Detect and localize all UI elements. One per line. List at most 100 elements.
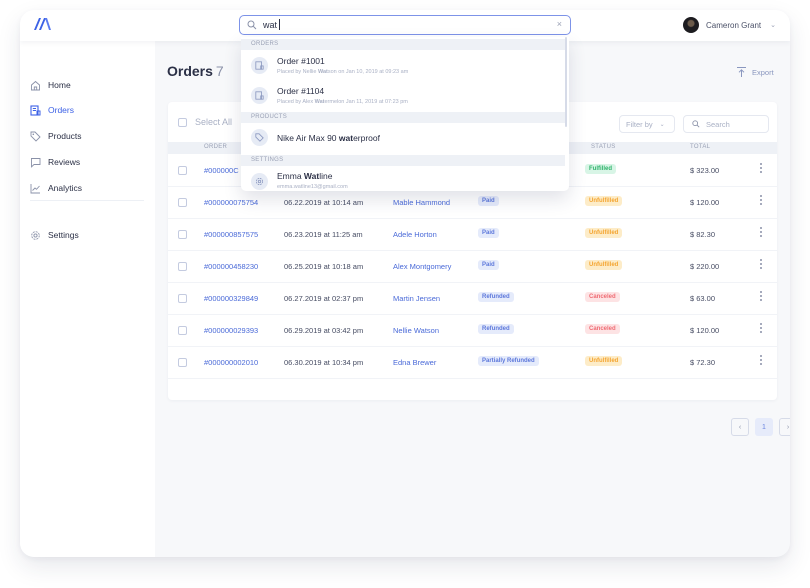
dropdown-section-orders: ORDERS bbox=[241, 39, 565, 50]
table-search-input[interactable]: Search bbox=[683, 115, 769, 133]
dropdown-scrollbar[interactable] bbox=[565, 37, 567, 127]
row-checkbox[interactable] bbox=[178, 198, 187, 207]
status-badge: Canceled bbox=[585, 292, 620, 302]
table-row[interactable]: #000000857575 06.23.2019 at 11:25 am Adele… bbox=[168, 219, 777, 251]
sidebar-item-reviews[interactable]: Reviews bbox=[30, 155, 80, 169]
select-all-label: Select All bbox=[195, 117, 233, 127]
customer-link[interactable]: Adele Horton bbox=[393, 230, 437, 239]
orders-icon bbox=[251, 87, 268, 104]
column-header-order[interactable]: ORDER bbox=[204, 144, 227, 150]
payment-badge: Paid bbox=[478, 260, 499, 270]
result-subtitle: Placed by Alex Watermelon Jan 11, 2019 a… bbox=[277, 99, 408, 105]
order-id-link[interactable]: #000000C bbox=[204, 166, 239, 175]
table-row[interactable]: #000000075754 06.22.2019 at 10:14 am Mable… bbox=[168, 187, 777, 219]
select-all-checkbox[interactable] bbox=[178, 117, 187, 127]
row-checkbox[interactable] bbox=[178, 294, 187, 303]
select-all[interactable]: Select All bbox=[178, 117, 232, 127]
more-options-icon[interactable] bbox=[758, 323, 764, 337]
more-options-icon[interactable] bbox=[758, 195, 764, 209]
search-icon bbox=[692, 120, 700, 128]
global-search-input[interactable]: wat × bbox=[239, 15, 571, 35]
row-checkbox[interactable] bbox=[178, 358, 187, 367]
search-icon bbox=[247, 20, 257, 30]
order-id-link[interactable]: #000000329849 bbox=[204, 294, 258, 303]
column-header-status[interactable]: STATUS bbox=[591, 144, 616, 150]
order-date: 06.27.2019 at 02:37 pm bbox=[284, 294, 364, 303]
order-total: $ 82.30 bbox=[690, 230, 716, 239]
app-window: wat × Cameron Grant ⌄ Home Orders Produc… bbox=[20, 10, 790, 557]
customer-link[interactable]: Nellie Watson bbox=[393, 326, 439, 335]
sidebar: Home Orders Products Reviews Analytics S… bbox=[20, 41, 155, 557]
export-label: Export bbox=[752, 67, 774, 77]
orders-icon bbox=[30, 104, 41, 116]
row-checkbox[interactable] bbox=[178, 230, 187, 239]
prev-page-button[interactable]: ‹ bbox=[731, 418, 749, 436]
table-row[interactable]: #000000002010 06.30.2019 at 10:34 pm Edna … bbox=[168, 347, 777, 379]
sidebar-item-label: Reviews bbox=[48, 157, 81, 167]
brand-logo[interactable] bbox=[33, 17, 51, 31]
sidebar-item-label: Settings bbox=[48, 230, 79, 240]
more-options-icon[interactable] bbox=[758, 259, 764, 273]
search-value: wat bbox=[263, 19, 281, 30]
order-date: 06.29.2019 at 03:42 pm bbox=[284, 326, 364, 335]
search-result-order[interactable]: Order #1104 Placed by Alex Watermelon Ja… bbox=[241, 80, 565, 110]
text-caret bbox=[279, 19, 281, 30]
upload-icon bbox=[737, 67, 746, 77]
sidebar-item-products[interactable]: Products bbox=[30, 129, 82, 143]
sidebar-item-settings[interactable]: Settings bbox=[30, 228, 79, 242]
next-page-button[interactable]: › bbox=[779, 418, 790, 436]
orders-count: 7 bbox=[215, 63, 224, 79]
table-row[interactable]: #000000329849 06.27.2019 at 02:37 pm Marti… bbox=[168, 283, 777, 315]
customer-link[interactable]: Edna Brewer bbox=[393, 358, 436, 367]
row-checkbox[interactable] bbox=[178, 326, 187, 335]
customer-link[interactable]: Alex Montgomery bbox=[393, 262, 451, 271]
row-checkbox[interactable] bbox=[178, 166, 187, 175]
order-id-link[interactable]: #000000029393 bbox=[204, 326, 258, 335]
sidebar-item-home[interactable]: Home bbox=[30, 78, 71, 92]
sidebar-item-analytics[interactable]: Analytics bbox=[30, 181, 82, 195]
export-button[interactable]: Export bbox=[737, 67, 774, 77]
status-badge: Unfulfilled bbox=[585, 196, 623, 206]
customer-link[interactable]: Mable Hammond bbox=[393, 198, 450, 207]
column-header-total[interactable]: TOTAL bbox=[690, 144, 710, 150]
search-result-setting[interactable]: Emma Watline emma.watline13@gmail.com bbox=[241, 166, 565, 191]
dropdown-section-settings: SETTINGS bbox=[241, 155, 565, 166]
avatar[interactable] bbox=[683, 17, 699, 33]
row-checkbox[interactable] bbox=[178, 262, 187, 271]
status-badge: Unfulfilled bbox=[585, 260, 623, 270]
payment-badge: Refunded bbox=[478, 324, 514, 334]
filter-by-dropdown[interactable]: Filter by ⌄ bbox=[619, 115, 675, 133]
payment-badge: Paid bbox=[478, 196, 499, 206]
chat-icon bbox=[31, 157, 41, 168]
user-menu[interactable]: Cameron Grant ⌄ bbox=[683, 16, 776, 34]
search-result-product[interactable]: Nike Air Max 90 waterproof bbox=[241, 123, 565, 153]
more-options-icon[interactable] bbox=[758, 355, 764, 369]
chevron-down-icon: ⌄ bbox=[659, 121, 665, 128]
order-date: 06.30.2019 at 10:34 pm bbox=[284, 358, 364, 367]
result-title: Order #1001 bbox=[277, 56, 325, 66]
table-search-placeholder: Search bbox=[706, 119, 730, 129]
status-badge: Unfulfilled bbox=[585, 228, 623, 238]
table-row[interactable]: #000000458230 06.25.2019 at 10:18 am Alex … bbox=[168, 251, 777, 283]
order-total: $ 120.00 bbox=[690, 326, 720, 335]
tag-icon bbox=[30, 131, 41, 142]
search-result-order[interactable]: Order #1001 Placed by Nellie Watson on J… bbox=[241, 50, 565, 80]
page-1-button[interactable]: 1 bbox=[755, 418, 773, 436]
order-date: 06.23.2019 at 11:25 am bbox=[284, 230, 363, 239]
order-id-link[interactable]: #000000857575 bbox=[204, 230, 258, 239]
order-id-link[interactable]: #000000002010 bbox=[204, 358, 258, 367]
chevron-down-icon[interactable]: ⌄ bbox=[770, 21, 776, 29]
order-total: $ 323.00 bbox=[690, 166, 720, 175]
home-icon bbox=[31, 80, 40, 90]
customer-link[interactable]: Martin Jensen bbox=[393, 294, 440, 303]
order-id-link[interactable]: #000000075754 bbox=[204, 198, 258, 207]
chart-icon bbox=[30, 183, 40, 193]
more-options-icon[interactable] bbox=[758, 163, 764, 177]
gear-icon bbox=[31, 230, 40, 240]
more-options-icon[interactable] bbox=[758, 291, 764, 305]
more-options-icon[interactable] bbox=[758, 227, 764, 241]
clear-search-icon[interactable]: × bbox=[557, 19, 562, 29]
table-row[interactable]: #000000029393 06.29.2019 at 03:42 pm Nelli… bbox=[168, 315, 777, 347]
sidebar-item-orders[interactable]: Orders bbox=[30, 103, 74, 117]
order-id-link[interactable]: #000000458230 bbox=[204, 262, 258, 271]
